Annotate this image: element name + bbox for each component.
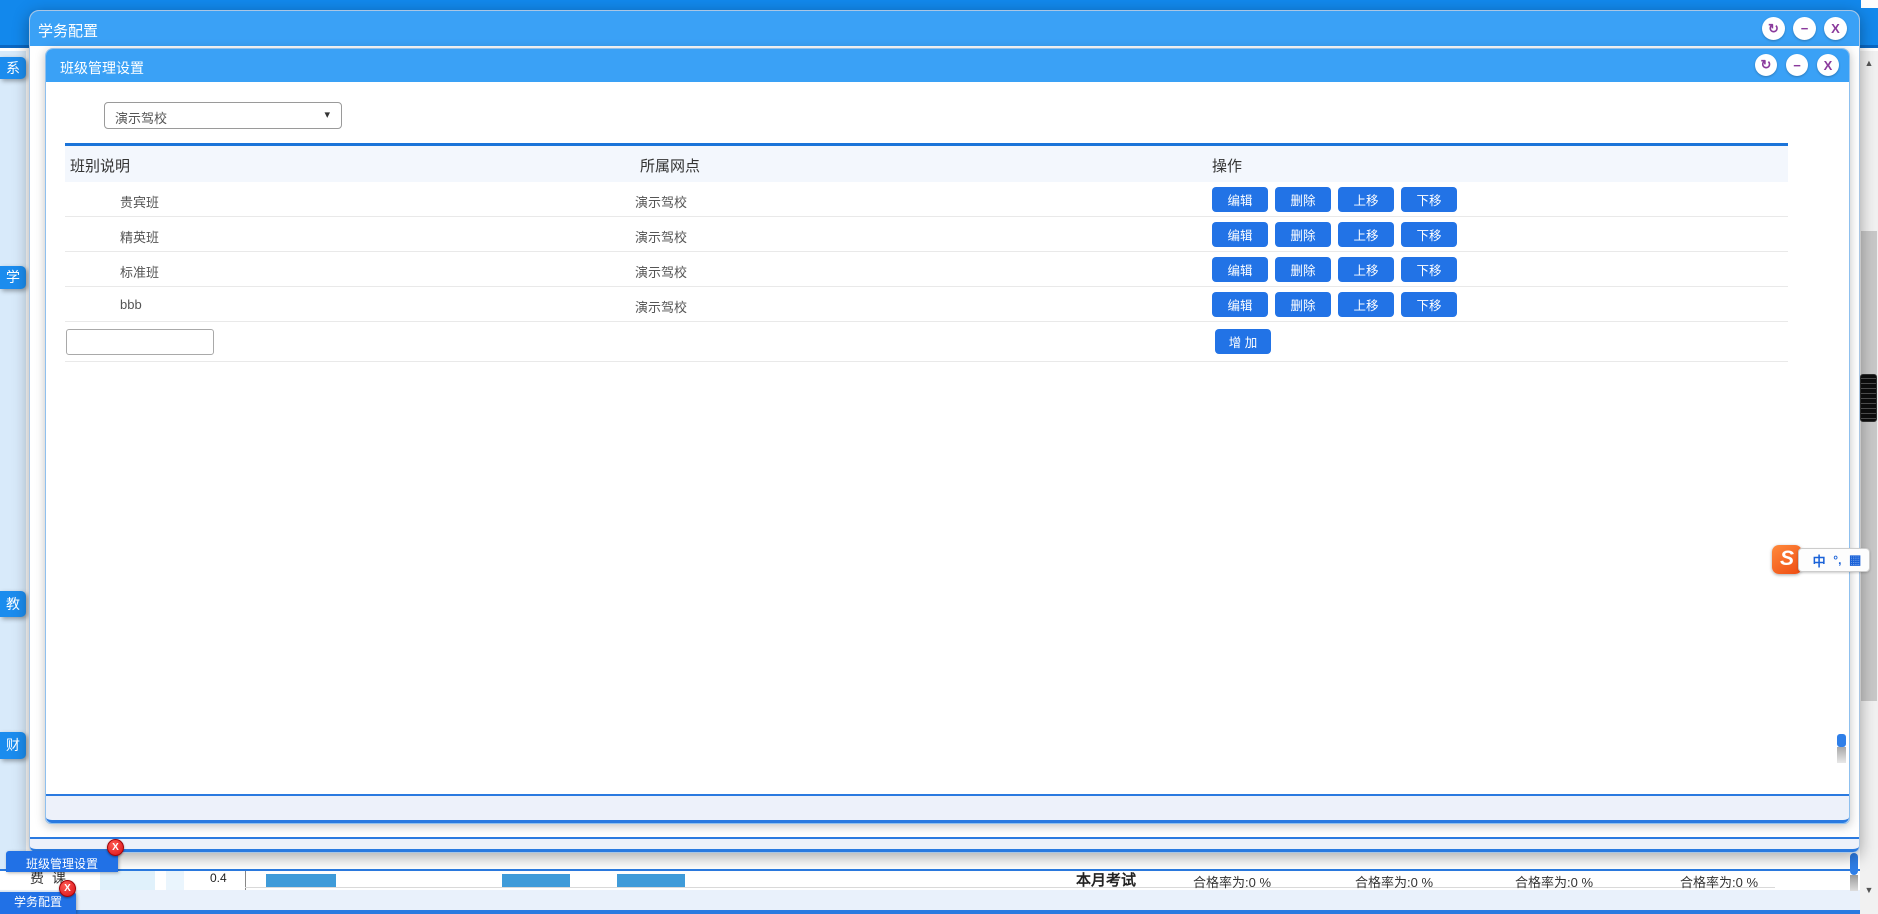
page-scrollbar-track[interactable]: ▲ ▼ bbox=[1860, 51, 1878, 914]
scrollbar-down-icon[interactable]: ▼ bbox=[1860, 882, 1878, 898]
class-name: 精英班 bbox=[120, 227, 159, 246]
pass-rate-text: 合格率为:0 % bbox=[1355, 872, 1433, 890]
sidebar-item-teaching[interactable]: 教 bbox=[0, 591, 26, 617]
class-name: 标准班 bbox=[120, 262, 159, 281]
outer-window-title: 学务配置 bbox=[38, 20, 98, 41]
new-class-input[interactable] bbox=[66, 329, 214, 355]
move-up-button[interactable]: 上移 bbox=[1338, 292, 1394, 317]
delete-button[interactable]: 删除 bbox=[1275, 222, 1331, 247]
add-button[interactable]: 增 加 bbox=[1215, 329, 1271, 354]
column-header-actions: 操作 bbox=[1212, 155, 1242, 176]
sidebar-item-finance[interactable]: 财 bbox=[0, 732, 26, 759]
branch-name: 演示驾校 bbox=[635, 192, 687, 211]
tab-close-badge[interactable]: X bbox=[107, 839, 124, 856]
pass-rate-text: 合格率为:0 % bbox=[1515, 872, 1593, 890]
background-dashboard-strip: 费 课 0.4 本月考试 合格率为:0 % 合格率为:0 % 合格率为:0 % … bbox=[0, 871, 1860, 890]
move-down-button[interactable]: 下移 bbox=[1401, 222, 1457, 247]
branch-name: 演示驾校 bbox=[635, 297, 687, 316]
branch-name: 演示驾校 bbox=[635, 227, 687, 246]
chart-axis-label: 0.4 bbox=[210, 871, 227, 885]
table-row: 精英班 演示驾校 编辑 删除 上移 下移 bbox=[65, 217, 1788, 252]
column-header-branch: 所属网点 bbox=[640, 155, 700, 176]
move-down-button[interactable]: 下移 bbox=[1401, 292, 1457, 317]
exam-section-label: 本月考试 bbox=[1076, 871, 1136, 890]
inner-window-body: 演示驾校 ▾ 班别说明 所属网点 操作 贵宾班 演示驾校 编辑 删除 上移 bbox=[46, 82, 1849, 823]
background-scrollbar-thumb[interactable] bbox=[1850, 853, 1858, 875]
background-band bbox=[0, 890, 1878, 910]
chevron-down-icon: ▾ bbox=[324, 108, 330, 121]
refresh-button[interactable]: ↻ bbox=[1755, 54, 1777, 76]
sidebar-item-academic[interactable]: 学 bbox=[0, 266, 26, 289]
background-bottom-bar bbox=[0, 910, 1878, 914]
move-down-button[interactable]: 下移 bbox=[1401, 257, 1457, 282]
ime-status-pill: 中 °, ▦ bbox=[1798, 548, 1870, 572]
outer-window-titlebar[interactable]: 学务配置 ↻ − X bbox=[30, 11, 1859, 46]
move-down-button[interactable]: 下移 bbox=[1401, 187, 1457, 212]
background-text-fragment: 费 bbox=[30, 871, 44, 888]
add-class-row: 增 加 bbox=[65, 322, 1788, 362]
edit-button[interactable]: 编辑 bbox=[1212, 292, 1268, 317]
ime-chinese-mode-toggle[interactable]: 中 bbox=[1813, 551, 1826, 570]
edit-button[interactable]: 编辑 bbox=[1212, 187, 1268, 212]
sidebar-item-system[interactable]: 系 bbox=[0, 57, 26, 79]
move-up-button[interactable]: 上移 bbox=[1338, 222, 1394, 247]
window-academic-config: 学务配置 ↻ − X 班级管理设置 ↻ − X 演示驾校 ▾ 班别说明 bbox=[29, 10, 1860, 853]
table-header-row: 班别说明 所属网点 操作 bbox=[65, 146, 1788, 182]
window-class-management: 班级管理设置 ↻ − X 演示驾校 ▾ 班别说明 所属网点 操作 贵宾 bbox=[45, 48, 1850, 824]
screen-edge-stripe-widget[interactable] bbox=[1860, 374, 1877, 422]
table-row: 贵宾班 演示驾校 编辑 删除 上移 下移 bbox=[65, 182, 1788, 217]
keyboard-icon[interactable]: ▦ bbox=[1849, 552, 1861, 568]
table-row: 标准班 演示驾校 编辑 删除 上移 下移 bbox=[65, 252, 1788, 287]
inner-window-footer bbox=[46, 794, 1849, 823]
delete-button[interactable]: 删除 bbox=[1275, 187, 1331, 212]
move-up-button[interactable]: 上移 bbox=[1338, 187, 1394, 212]
pass-rate-text: 合格率为:0 % bbox=[1680, 872, 1758, 890]
close-button[interactable]: X bbox=[1824, 17, 1847, 40]
outer-window-footer bbox=[30, 837, 1859, 852]
refresh-button[interactable]: ↻ bbox=[1762, 17, 1785, 40]
minimize-button[interactable]: − bbox=[1793, 17, 1816, 40]
chart-bar bbox=[266, 874, 336, 887]
delete-button[interactable]: 删除 bbox=[1275, 292, 1331, 317]
taskbar-tab-class-management[interactable]: 班级管理设置 bbox=[6, 851, 118, 872]
background-sidebar bbox=[0, 51, 26, 914]
edit-button[interactable]: 编辑 bbox=[1212, 257, 1268, 282]
pass-rate-text: 合格率为:0 % bbox=[1193, 872, 1271, 890]
table-row: bbb 演示驾校 编辑 删除 上移 下移 bbox=[65, 287, 1788, 322]
ime-punctuation-toggle[interactable]: °, bbox=[1833, 553, 1841, 567]
minimize-button[interactable]: − bbox=[1786, 54, 1808, 76]
scrollbar-up-icon[interactable]: ▲ bbox=[1860, 55, 1878, 71]
page-scrollbar-thumb[interactable] bbox=[1861, 231, 1877, 701]
class-name: 贵宾班 bbox=[120, 192, 159, 211]
class-name: bbb bbox=[120, 297, 142, 312]
chart-bar bbox=[617, 874, 685, 887]
school-select-value: 演示驾校 bbox=[115, 108, 167, 127]
background-scrollbar-track bbox=[1850, 875, 1858, 891]
inner-window-titlebar[interactable]: 班级管理设置 ↻ − X bbox=[46, 49, 1849, 82]
chart-bar bbox=[502, 874, 570, 887]
class-table: 班别说明 所属网点 操作 贵宾班 演示驾校 编辑 删除 上移 下移 精英班 bbox=[65, 143, 1788, 362]
edit-button[interactable]: 编辑 bbox=[1212, 222, 1268, 247]
branch-name: 演示驾校 bbox=[635, 262, 687, 281]
move-up-button[interactable]: 上移 bbox=[1338, 257, 1394, 282]
delete-button[interactable]: 删除 bbox=[1275, 257, 1331, 282]
school-select[interactable]: 演示驾校 ▾ bbox=[104, 102, 342, 129]
inner-scrollbar-track bbox=[1837, 747, 1846, 763]
ime-toolbar: S 中 °, ▦ bbox=[1772, 543, 1870, 575]
column-header-class: 班别说明 bbox=[70, 155, 130, 176]
background-header-gap bbox=[1861, 0, 1878, 8]
close-button[interactable]: X bbox=[1817, 54, 1839, 76]
inner-window-title: 班级管理设置 bbox=[60, 58, 144, 78]
tab-close-badge[interactable]: X bbox=[59, 880, 76, 897]
background-table-cell bbox=[100, 871, 157, 890]
background-table-cell bbox=[166, 871, 186, 890]
inner-scrollbar-thumb[interactable] bbox=[1837, 734, 1846, 747]
